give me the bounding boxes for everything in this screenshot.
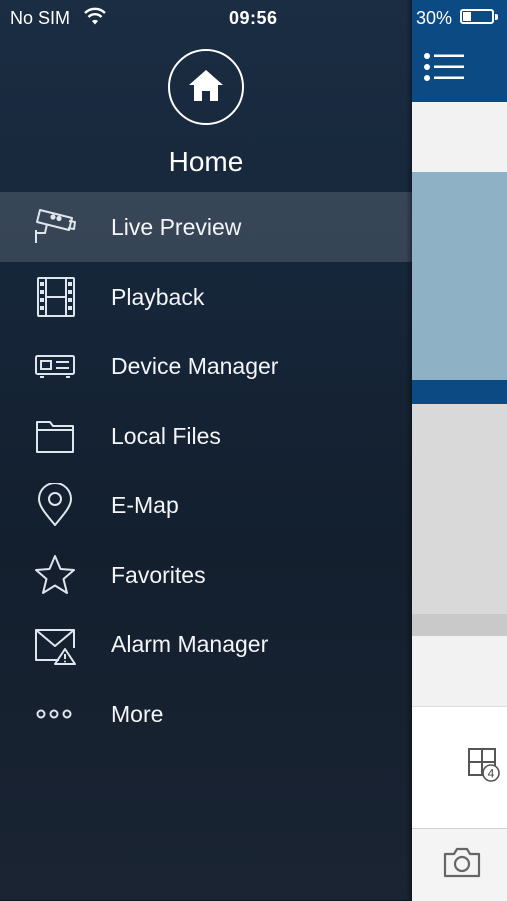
clock: 09:56 [229, 8, 278, 28]
camera-icon[interactable] [442, 844, 482, 880]
content-white-area [412, 636, 507, 706]
cctv-camera-icon [35, 209, 76, 243]
menu-item-label: More [111, 700, 164, 727]
navigation-drawer: Home Live Preview Playback Device Manage… [0, 0, 412, 900]
content-divider-bar [412, 380, 507, 404]
battery-percentage: 30% [416, 8, 453, 28]
content-strip [412, 102, 507, 172]
menu-item-local-files[interactable]: Local Files [0, 401, 412, 471]
menu-item-alarm-manager[interactable]: Alarm Manager [0, 609, 412, 679]
video-preview-pane[interactable] [412, 172, 507, 380]
menu-item-label: Playback [111, 283, 205, 310]
dvr-device-icon [35, 355, 75, 378]
content-grey-strip [412, 614, 507, 636]
battery-fill [463, 12, 471, 21]
menu-item-more[interactable]: More [0, 679, 412, 749]
wifi-icon [84, 7, 106, 25]
menu-item-device-manager[interactable]: Device Manager [0, 331, 412, 401]
menu-item-e-map[interactable]: E-Map [0, 470, 412, 540]
grid-badge: 4 [488, 767, 495, 781]
menu-item-label: Alarm Manager [111, 631, 269, 657]
drawer-title: Home [168, 146, 244, 177]
drawer-menu: Live Preview Playback Device Manager Loc… [0, 192, 412, 748]
battery-icon [460, 9, 498, 24]
folder-icon [36, 420, 74, 453]
alarm-mail-icon [35, 629, 76, 665]
status-bar: No SIM 09:56 30% [0, 0, 507, 36]
menu-item-favorites[interactable]: Favorites [0, 540, 412, 610]
home-button[interactable] [168, 49, 244, 125]
more-dots-icon [36, 709, 72, 718]
menu-item-label: Device Manager [111, 353, 279, 379]
menu-item-label: Live Preview [111, 214, 242, 240]
menu-item-playback[interactable]: Playback [0, 262, 412, 332]
star-icon [35, 554, 75, 594]
grid-4-icon[interactable]: 4 [468, 748, 500, 782]
menu-list-icon[interactable] [423, 52, 465, 84]
menu-item-live-preview[interactable]: Live Preview [0, 192, 412, 262]
menu-item-label: Local Files [111, 422, 221, 449]
content-grey-area [412, 404, 507, 614]
carrier-label: No SIM [10, 8, 71, 28]
menu-item-label: Favorites [111, 561, 206, 588]
map-pin-icon [38, 483, 72, 526]
film-strip-icon [37, 276, 75, 317]
home-icon [189, 70, 223, 101]
menu-item-label: E-Map [111, 492, 179, 518]
